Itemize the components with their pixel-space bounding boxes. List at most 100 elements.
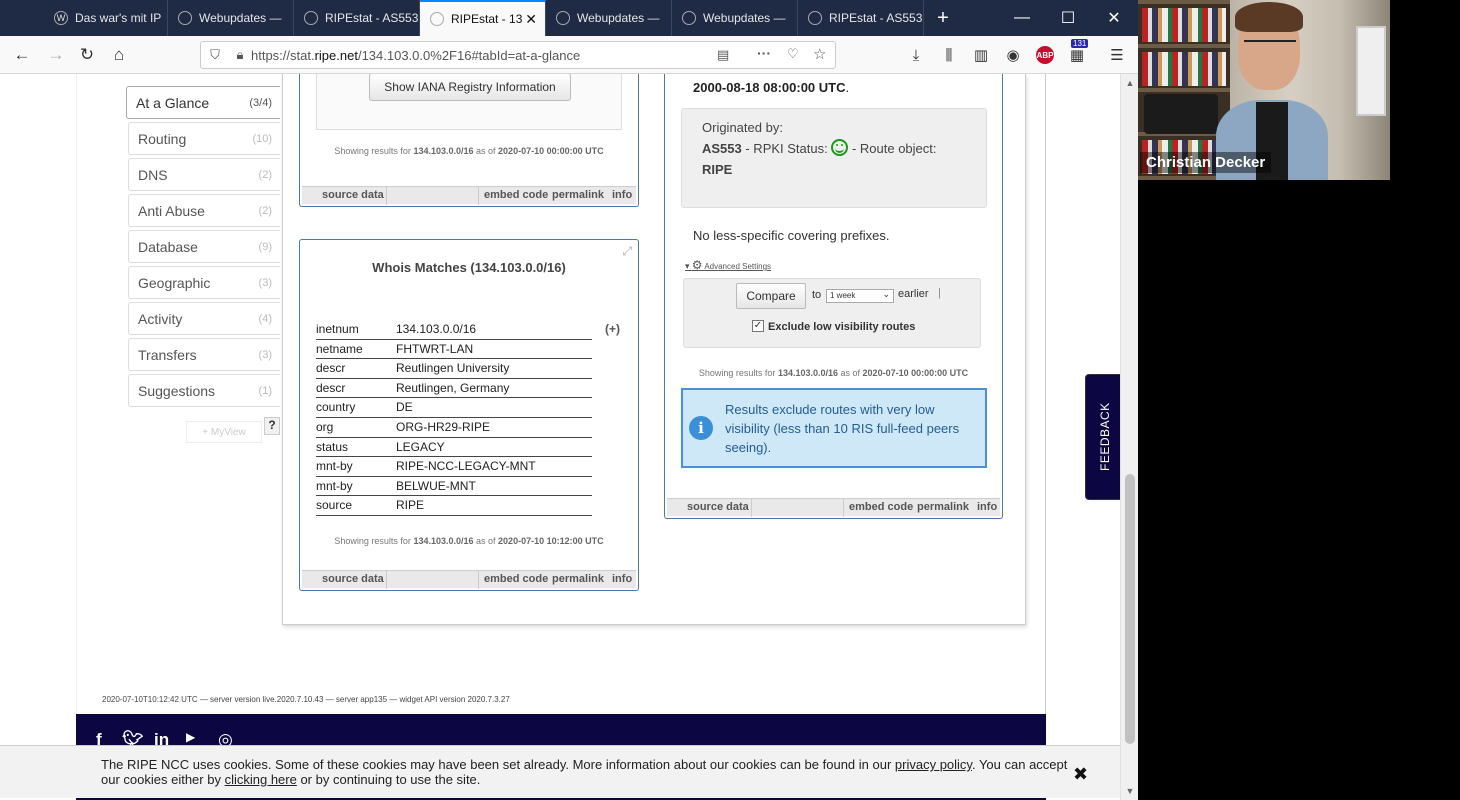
webcam-video: Christian Decker: [1138, 0, 1390, 180]
tab-5[interactable]: Webupdates —: [546, 0, 672, 36]
account-icon[interactable]: ◉: [1002, 44, 1024, 66]
sidebar-item-count: (3): [258, 348, 272, 361]
origin-asn[interactable]: AS553: [702, 141, 742, 156]
sidebar-item-routing[interactable]: Routing (10): [128, 122, 280, 155]
pocket-icon[interactable]: ♡: [787, 46, 799, 62]
extension-icon[interactable]: ▦ 131: [1066, 39, 1089, 66]
permalink-link[interactable]: permalink: [552, 573, 604, 585]
tab-1[interactable]: W Das war's mit IP: [44, 0, 168, 36]
url-bar[interactable]: ⛉ 🔒︎ https://stat. ripe.net/134.103.0.0%2…: [200, 41, 836, 69]
more-actions-icon[interactable]: ···: [757, 45, 771, 61]
page-scrollbar[interactable]: ▲ ▼: [1120, 74, 1138, 800]
source-data-link[interactable]: source data: [322, 573, 384, 585]
exclude-low-visibility-label[interactable]: Exclude low visibility routes: [768, 321, 915, 333]
tab-3[interactable]: RIPEstat - AS553: [294, 0, 420, 36]
tab-6[interactable]: Webupdates —: [672, 0, 798, 36]
menu-icon[interactable]: ☰: [1106, 44, 1128, 66]
myview-button[interactable]: + MyView: [186, 421, 262, 443]
widget-footer: source data embed code permalink info: [667, 498, 1000, 517]
source-data-link[interactable]: source data: [322, 189, 384, 201]
tab-7[interactable]: RIPEstat - AS553: [798, 0, 924, 36]
sidebar-item-transfers[interactable]: Transfers (3): [128, 338, 280, 371]
back-icon[interactable]: ←: [8, 42, 36, 68]
sidebar-item-at-a-glance[interactable]: At a Glance (3/4): [126, 86, 280, 119]
sidebar-item-suggestions[interactable]: Suggestions (1): [128, 374, 280, 407]
route-object-value: RIPE: [702, 162, 733, 177]
wall-frame: [1356, 26, 1386, 116]
printer: [1144, 94, 1218, 134]
widget-footer: source data embed code permalink info: [302, 570, 636, 589]
info-notice-text: Results exclude routes with very low vis…: [725, 402, 960, 455]
expand-whois-button[interactable]: (+): [605, 322, 620, 336]
sidebar-item-anti-abuse[interactable]: Anti Abuse (2): [128, 194, 280, 227]
permalink-link[interactable]: permalink: [917, 501, 969, 513]
bookmark-star-icon[interactable]: ☆: [813, 45, 826, 63]
show-iana-button[interactable]: Show IANA Registry Information: [369, 74, 571, 101]
showing-results-text: Showing results for 134.103.0.0/16 as of…: [334, 536, 604, 546]
scrollbar-thumb[interactable]: [1125, 474, 1135, 744]
compare-button[interactable]: Compare: [736, 283, 806, 309]
advanced-settings-link[interactable]: ▾ ⚙ Advanced Settings: [685, 258, 771, 272]
close-cookie-banner-icon[interactable]: ✖: [1073, 764, 1088, 785]
sidebar-item-count: (9): [258, 240, 272, 253]
maximize-button[interactable]: ☐: [1045, 0, 1091, 36]
sidebar-item-label: Geographic: [138, 274, 211, 291]
youtube-icon[interactable]: ▶: [186, 730, 195, 744]
url-path: /134.103.0.0%2F16#tabId=at-a-glance: [357, 47, 581, 63]
sidebar-item-label: Activity: [138, 310, 183, 327]
library-icon[interactable]: ⫼: [938, 44, 960, 66]
close-tab-icon[interactable]: ✕: [525, 11, 537, 28]
tab-4-label: RIPEstat - 13: [451, 12, 523, 26]
whois-row: descr Reutlingen, Germany: [316, 379, 592, 399]
tab-bar: W Das war's mit IP Webupdates — RIPEstat…: [0, 0, 1138, 36]
clicking-here-link[interactable]: clicking here: [225, 772, 297, 787]
category-sidebar: At a Glance (3/4) Routing (10) DNS (2) A…: [126, 86, 280, 410]
sidebar-item-activity[interactable]: Activity (4): [128, 302, 280, 335]
expand-icon[interactable]: ⤢: [622, 244, 632, 259]
tab-3-label: RIPEstat - AS553: [325, 11, 419, 25]
info-link[interactable]: info: [612, 573, 632, 585]
sidebar-item-dns[interactable]: DNS (2): [128, 158, 280, 191]
originated-by-label: Originated by:: [702, 120, 783, 135]
feedback-tab[interactable]: FEEDBACK: [1085, 374, 1121, 500]
period-select[interactable]: 1 week: [826, 288, 894, 303]
sidebar-item-geographic[interactable]: Geographic (3): [128, 266, 280, 299]
help-button[interactable]: ?: [264, 417, 280, 435]
source-data-link[interactable]: source data: [687, 501, 749, 513]
showing-results-text: Showing results for 134.103.0.0/16 as of…: [698, 368, 969, 378]
reader-view-icon[interactable]: ▤: [717, 47, 729, 63]
origin-panel: Originated by: AS553 - RPKI Status: - Ro…: [681, 108, 987, 208]
tab-2[interactable]: Webupdates —: [168, 0, 294, 36]
forward-icon[interactable]: →: [42, 42, 70, 68]
ripe-icon: [682, 11, 696, 25]
adblock-icon[interactable]: ABP: [1034, 44, 1056, 66]
minimize-button[interactable]: —: [999, 0, 1045, 36]
embed-code-link[interactable]: embed code: [849, 501, 913, 513]
iana-widget: Show IANA Registry Information Showing r…: [299, 74, 639, 207]
scroll-up-icon[interactable]: ▲: [1121, 78, 1138, 88]
ripe-icon: [430, 12, 444, 26]
participant-name: Christian Decker: [1140, 152, 1272, 173]
browser-window: W Das war's mit IP Webupdates — RIPEstat…: [0, 0, 1138, 800]
tab-4-active[interactable]: RIPEstat - 13 ✕: [420, 0, 546, 36]
tab-6-label: Webupdates —: [703, 11, 786, 25]
shield-icon: ⛉: [210, 47, 220, 62]
reload-icon[interactable]: ↻: [73, 42, 101, 68]
permalink-link[interactable]: permalink: [552, 189, 604, 201]
whois-row: source RIPE: [316, 496, 592, 516]
privacy-policy-link[interactable]: privacy policy: [895, 757, 972, 772]
main-content-panel: Show IANA Registry Information Showing r…: [282, 74, 1026, 625]
whois-row: descr Reutlingen University: [316, 359, 592, 379]
close-window-button[interactable]: ✕: [1091, 0, 1137, 36]
sidebar-item-database[interactable]: Database (9): [128, 230, 280, 263]
sidebar-icon[interactable]: ▥: [970, 44, 992, 66]
exclude-low-visibility-checkbox[interactable]: ✓: [752, 320, 764, 332]
home-icon[interactable]: ⌂: [105, 42, 133, 68]
new-tab-button[interactable]: +: [920, 0, 966, 36]
scroll-down-icon[interactable]: ▼: [1121, 786, 1138, 796]
info-link[interactable]: info: [612, 189, 632, 201]
download-icon[interactable]: ⤓: [905, 44, 927, 66]
embed-code-link[interactable]: embed code: [484, 189, 548, 201]
embed-code-link[interactable]: embed code: [484, 573, 548, 585]
info-link[interactable]: info: [977, 501, 997, 513]
